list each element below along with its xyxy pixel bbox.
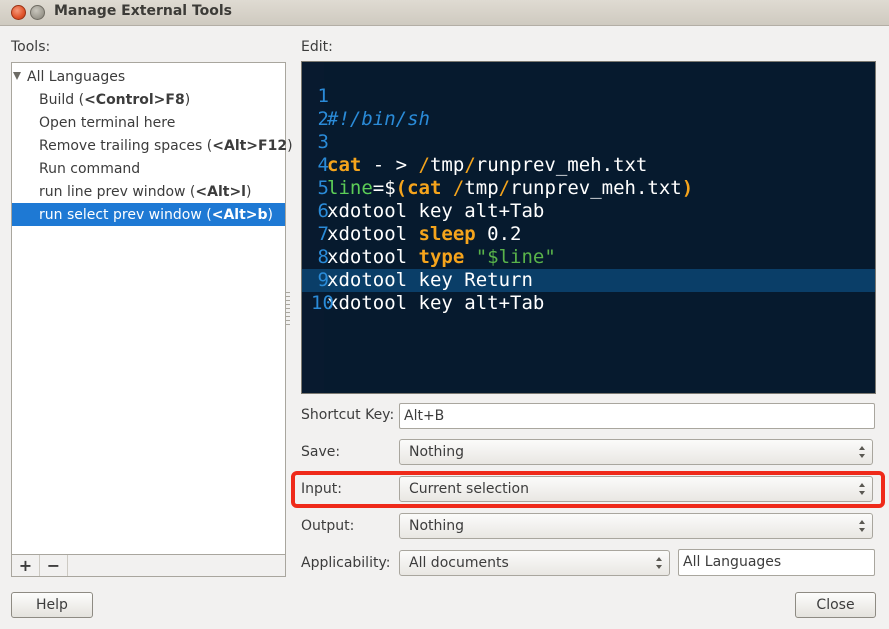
line-number: 10 [311,292,334,314]
tree-root-all-languages[interactable]: All Languages [12,65,285,88]
code-text: tmp [429,154,465,176]
tool-shortcut: <Alt>l [195,183,246,200]
combo-arrows-icon [859,445,866,459]
save-label: Save: [301,444,341,460]
help-button[interactable]: Help [11,592,93,618]
code-line: 9 xdotool key alt+Tab [302,246,545,314]
code-paren: ( [395,177,408,199]
output-combo[interactable]: Nothing [399,513,873,539]
code-line: 5 xdotool key alt+Tab [302,154,545,222]
code-path: / [464,154,476,176]
code-paren: ) [681,177,694,199]
window-title: Manage External Tools [54,3,233,19]
tree-toolbar: + − [11,555,286,577]
tool-item-open-terminal[interactable]: Open terminal here [12,111,285,134]
code-text: =$ [372,177,396,199]
code-text: xdotool key alt+Tab [327,200,545,222]
code-path: / [452,177,465,199]
tool-close-paren: ) [287,137,293,154]
tool-name: run line prev window ( [39,183,196,200]
code-line: 3 cat - > /tmp/runprev_meh.txt [302,108,648,176]
window-close-icon[interactable] [11,5,26,20]
tools-tree[interactable]: All Languages Build (<Control>F8) Open t… [11,62,293,555]
tool-name: run select prev window ( [39,206,212,223]
tool-item-run-select-prev-window[interactable]: run select prev window (<Alt>b) [12,203,285,226]
close-button[interactable]: Close [795,592,876,618]
language-field[interactable]: All Languages [678,549,875,576]
tool-close-paren: ) [245,183,252,200]
code-line: 7 xdotool type "$line" [302,200,556,268]
code-line: 1 #!/bin/sh [302,62,430,130]
tool-item-build[interactable]: Build (<Control>F8) [12,88,285,111]
code-line: 8 xdotool key Return [302,223,533,291]
code-keyword: sleep [418,223,476,245]
code-text: runprev_meh.txt [510,177,682,199]
tool-close-paren: ) [184,91,191,108]
save-combo[interactable]: Nothing [399,439,873,465]
pane-resize-handle[interactable] [286,292,290,326]
applicability-combo[interactable]: All documents [399,550,670,576]
code-line: 10 [302,269,348,314]
code-line: 2 [302,85,348,130]
code-path: / [498,177,511,199]
code-path: / [418,154,430,176]
code-text: xdotool key alt+Tab [327,292,545,314]
code-line: 4 line=$(cat /tmp/runprev_meh.txt) [302,131,694,199]
code-keyword: cat [407,177,442,199]
tool-shortcut: <Control>F8 [84,91,185,108]
tool-shortcut: <Alt>b [211,206,268,223]
tree-root-label: All Languages [27,68,126,85]
window-minimize-icon[interactable] [30,5,45,20]
code-text: - > [361,154,419,176]
tool-close-paren: ) [267,206,273,223]
code-editor[interactable]: 1 #!/bin/sh 2 3 cat - > /tmp/runprev_meh… [301,61,876,394]
tool-item-run-command[interactable]: Run command [12,157,285,180]
tool-name: Run command [39,160,141,177]
applicability-label: Applicability: [301,555,391,571]
save-combo-value: Nothing [409,444,465,460]
tool-name: Remove trailing spaces ( [39,137,213,154]
code-text: runprev_meh.txt [475,154,648,176]
title-bar: Manage External Tools [0,0,889,26]
tool-item-remove-trailing-spaces[interactable]: Remove trailing spaces (<Alt>F12) [12,134,293,157]
remove-tool-button[interactable]: − [40,555,68,576]
applicability-combo-value: All documents [409,555,509,571]
edit-label: Edit: [301,39,333,55]
output-label: Output: [301,518,355,534]
combo-arrows-icon [656,556,663,570]
add-tool-button[interactable]: + [12,555,40,576]
code-line: 6 xdotool sleep 0.2 [302,177,522,245]
combo-arrows-icon [859,519,866,533]
expander-triangle-icon[interactable] [13,72,21,80]
code-keyword: type [418,246,465,268]
shortcut-key-field[interactable]: Alt+B [399,403,875,429]
code-text: xdotool key Return [327,269,533,291]
tool-shortcut: <Alt>F12 [212,137,288,154]
output-combo-value: Nothing [409,518,465,534]
code-text: 0.2 [475,223,522,245]
code-text: tmp [464,177,499,199]
code-string: "$line" [475,246,556,268]
tool-item-run-line-prev-window[interactable]: run line prev window (<Alt>l) [12,180,285,203]
tools-label: Tools: [11,39,51,55]
tool-name: Build ( [39,91,85,108]
shortcut-key-label: Shortcut Key: [301,407,395,423]
red-highlight-box [291,471,885,508]
tool-name: Open terminal here [39,114,176,131]
